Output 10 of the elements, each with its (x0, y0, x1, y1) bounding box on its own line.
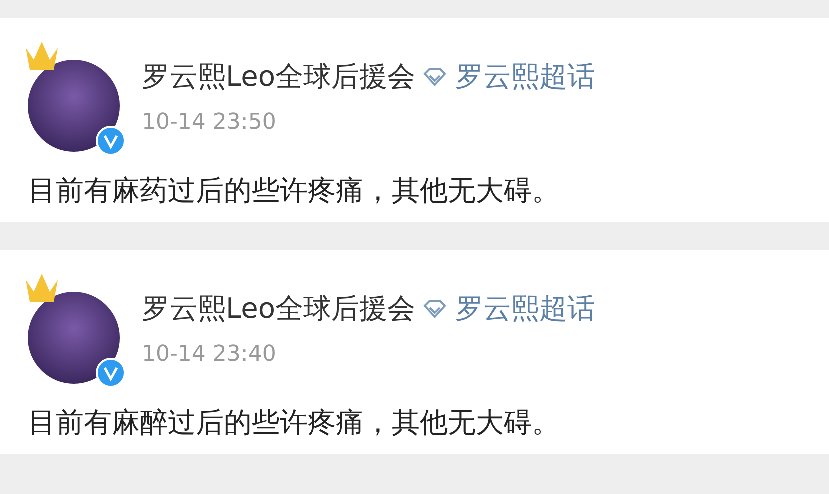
topic-link[interactable]: 罗云熙超话 (455, 290, 596, 328)
post-text: 目前有麻药过后的些许疼痛，其他无大碍。 (28, 173, 561, 209)
diamond-icon (423, 299, 448, 319)
topic-link[interactable]: 罗云熙超话 (455, 58, 596, 96)
post-time: 10-14 23:50 (142, 110, 278, 135)
post-text: 目前有麻醉过后的些许疼痛，其他无大碍。 (28, 405, 561, 441)
author-name[interactable]: 罗云熙Leo全球后援会 (142, 290, 416, 328)
author-name[interactable]: 罗云熙Leo全球后援会 (142, 58, 416, 96)
diamond-icon (423, 67, 448, 87)
post-time: 10-14 23:40 (142, 342, 278, 367)
